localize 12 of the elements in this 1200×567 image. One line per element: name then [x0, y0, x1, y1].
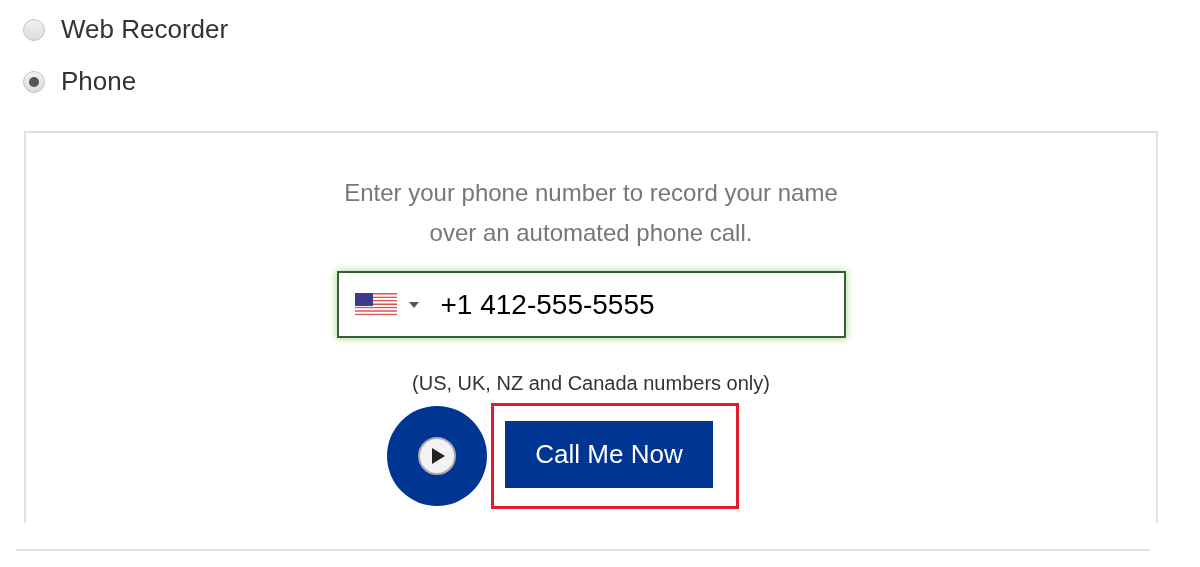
radio-button[interactable] — [23, 70, 45, 93]
radio-label: Web Recorder — [61, 14, 229, 45]
call-me-now-button[interactable]: Call Me Now — [505, 421, 713, 488]
flag-icon[interactable] — [354, 292, 397, 317]
phone-input-field[interactable]: +1 412-555-5555 — [336, 271, 846, 338]
note-text: (US, UK, NZ and Canada numbers only) — [412, 372, 770, 395]
phone-number: +1 412-555-5555 — [440, 288, 655, 321]
instruction-text: Enter your phone number to record your name over an automated phone call. — [343, 178, 839, 248]
radio-label: Phone — [61, 66, 137, 97]
radio-button[interactable] — [23, 18, 45, 41]
dropdown-caret-icon[interactable] — [408, 301, 419, 308]
play-icon[interactable] — [417, 436, 457, 476]
